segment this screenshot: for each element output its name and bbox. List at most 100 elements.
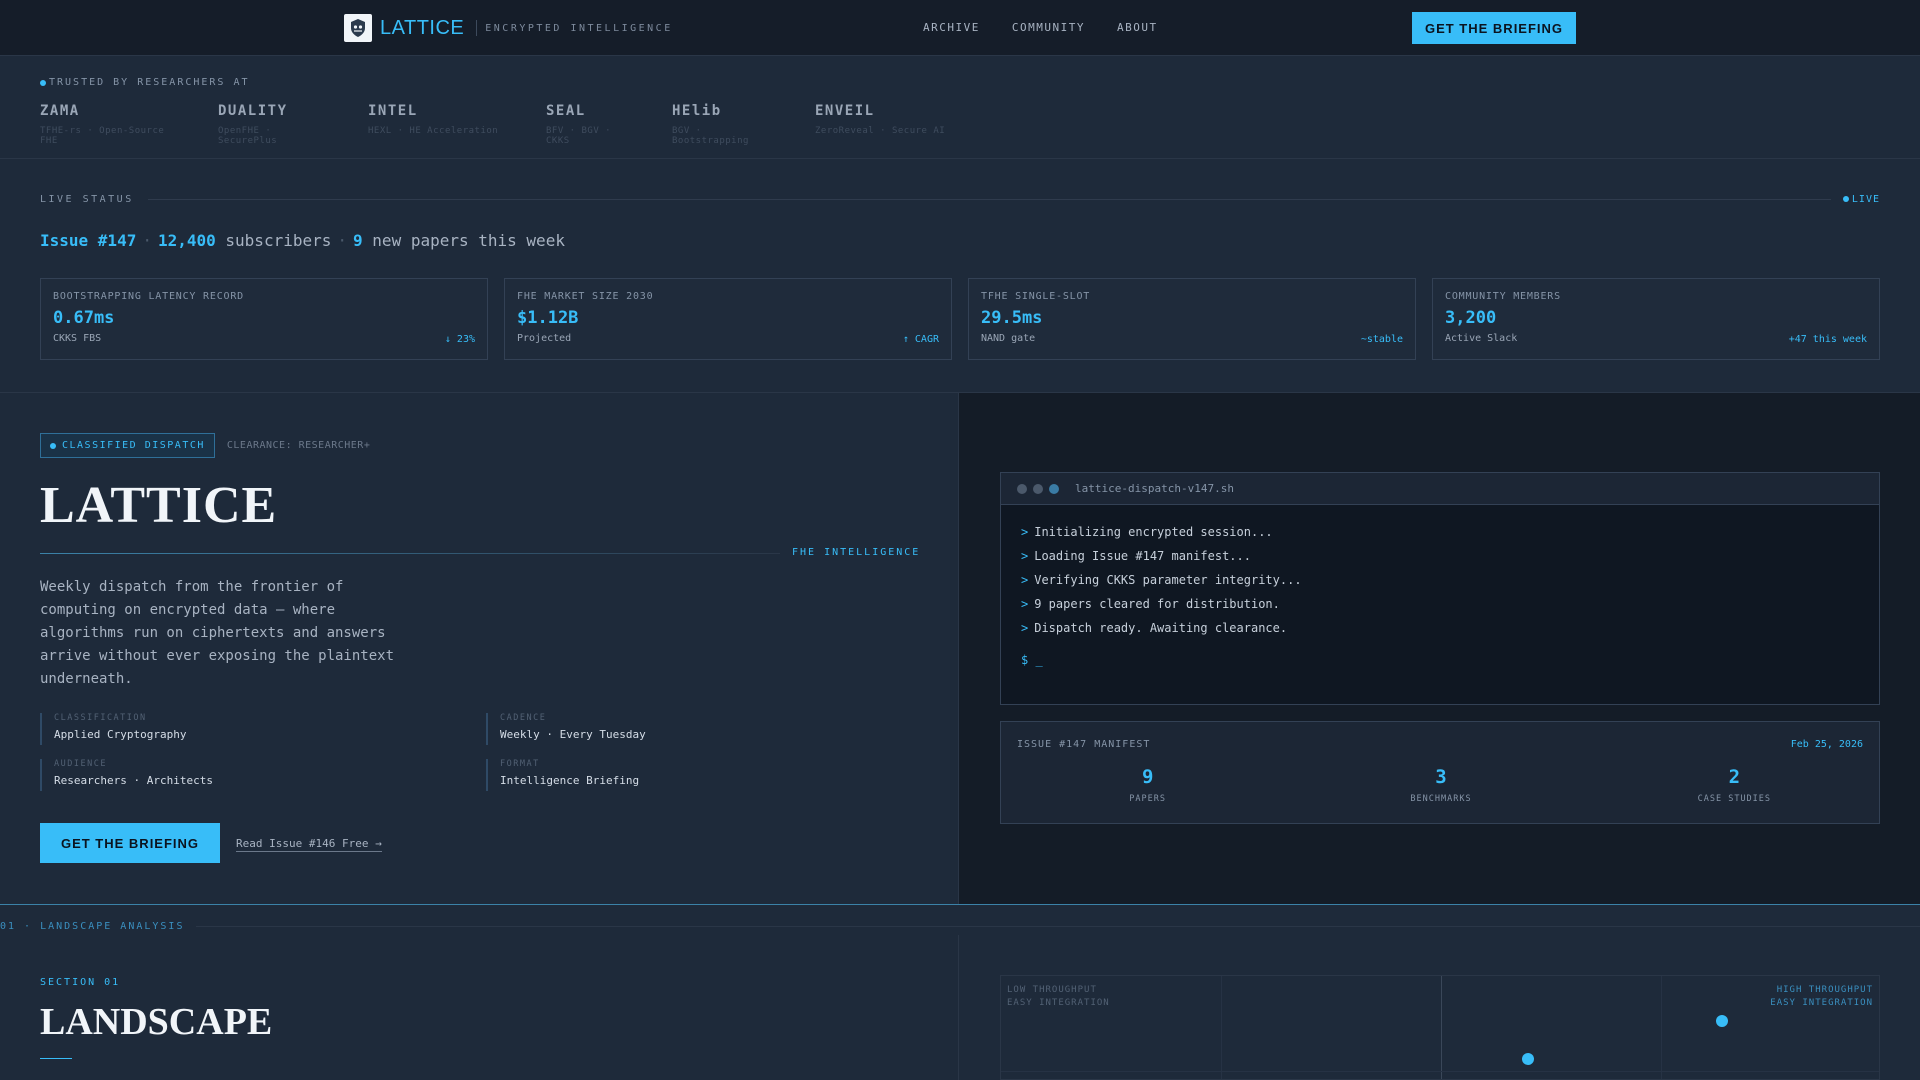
live-dot-icon [1842,196,1849,202]
partner-name: DUALITY [218,103,288,119]
partner-sub: BGV · Bootstrapping [672,126,749,146]
terminal-line: > Verifying CKKS parameter integrity... [1021,573,1859,597]
partner-sub: TFHE-rs · Open-Source FHE [40,126,165,146]
hero-get-briefing-button[interactable]: GET THE BRIEFING [40,823,220,863]
metric-label: FHE MARKET SIZE 2030 [517,291,654,302]
classified-badge: CLASSIFIED DISPATCH [40,433,215,458]
terminal-line: > Dispatch ready. Awaiting clearance. [1021,621,1859,645]
status-headline: Issue #147 · 12,400 subscribers · 9 new pape… [40,231,565,250]
metric-label: BOOTSTRAPPING LATENCY RECORD [53,291,244,302]
terminal-filename: lattice-dispatch-v147.sh [1075,482,1234,495]
papers-count: 9 [353,231,363,250]
quadrant-label-top-right: HIGH THROUGHPUT EASY INTEGRATION [1770,984,1873,1010]
metric-value: 29.5ms [981,308,1043,328]
terminal-line-text: Dispatch ready. Awaiting clearance. [1034,621,1288,635]
terminal-line: > Loading Issue #147 manifest... [1021,549,1859,573]
hero-rule [40,553,780,554]
spec-value: Weekly · Every Tuesday [500,728,646,741]
prompt-char: > [1021,525,1029,539]
terminal-prompt[interactable]: $ _ [1021,653,1859,667]
landscape-quadrant-chart: LOW THROUGHPUT EASY INTEGRATION HIGH THR… [1000,975,1880,1080]
prompt-char: > [1021,621,1029,635]
nav-links: ARCHIVE COMMUNITY ABOUT [923,21,1158,34]
brand-tagline: ENCRYPTED INTELLIGENCE [485,22,673,34]
manifest-stat-number: 2 [1728,766,1741,788]
terminal-line-text: Verifying CKKS parameter integrity... [1034,573,1302,587]
nav-link-archive[interactable]: ARCHIVE [923,21,980,34]
nav-get-briefing-button[interactable]: GET THE BRIEFING [1412,12,1576,44]
manifest-stats: 9 PAPERS 3 BENCHMARKS 2 CASE STUDIES [1001,766,1881,804]
spec-cadence: CADENCE Weekly · Every Tuesday [486,713,932,745]
prompt-char: > [1021,549,1029,563]
terminal-line-text: Initializing encrypted session... [1034,525,1273,539]
terminal-body: > Initializing encrypted session... > Load… [1001,505,1879,687]
separator: · [142,231,152,250]
quadrant-label-line: HIGH THROUGHPUT [1776,985,1873,995]
metric-label: TFHE SINGLE-SLOT [981,291,1091,302]
partner-sub: OpenFHE · SecurePlus [218,126,278,146]
partner-logo-intel: INTEL HEXL · HE Acceleration [368,103,514,146]
terminal-line-text: 9 papers cleared for distribution. [1034,597,1280,611]
divider [147,198,1831,200]
trusted-strip: TRUSTED BY RESEARCHERS AT ZAMA TFHE-rs ·… [0,57,1920,159]
prompt-char: > [1021,597,1029,611]
metric-card-tfhe: TFHE SINGLE-SLOT 29.5ms NAND gate ~stabl… [968,278,1416,360]
quadrant-point[interactable] [1716,1015,1728,1027]
read-issue-link[interactable]: Read Issue #146 Free → [236,837,382,852]
manifest-stat-case-studies: 2 CASE STUDIES [1588,766,1881,804]
trusted-label: TRUSTED BY RESEARCHERS AT [40,77,250,88]
issue-number: Issue #147 [40,231,137,250]
spec-key: CADENCE [500,713,547,723]
metric-value: 0.67ms [53,308,115,328]
live-indicator: LIVE [1842,194,1880,205]
papers-text: new papers this week [372,231,565,250]
terminal-titlebar: lattice-dispatch-v147.sh [1001,473,1879,505]
subscriber-word: subscribers [225,231,332,250]
brand[interactable]: LATTICE ENCRYPTED INTELLIGENCE [344,14,673,42]
partner-name: ZAMA [40,103,80,119]
window-dot-icon [1017,483,1027,494]
quadrant-label-line: EASY INTEGRATION [1007,998,1110,1008]
spec-classification: CLASSIFICATION Applied Cryptography [40,713,486,745]
live-status-label: LIVE STATUS [40,193,134,205]
quadrant-point[interactable] [1522,1053,1534,1065]
divider [958,935,959,1080]
spec-key: CLASSIFICATION [54,713,147,723]
bullet-dot-icon [40,79,46,86]
partner-logo-helib: HElib BGV · Bootstrapping [672,103,783,146]
issue-manifest-card: ISSUE #147 MANIFEST Feb 25, 2026 9 PAPER… [1000,721,1880,824]
section-title: LANDSCAPE [40,1001,273,1043]
hero-badge-row: CLASSIFIED DISPATCH CLEARANCE: RESEARCHE… [40,433,370,458]
metric-delta: ↑ CAGR [902,334,939,345]
terminal-line-text: Loading Issue #147 manifest... [1034,549,1251,563]
metrics-row: BOOTSTRAPPING LATENCY RECORD 0.67ms CKKS… [40,278,1880,360]
quadrant-label-line: EASY INTEGRATION [1770,998,1873,1008]
metric-card-market-size: FHE MARKET SIZE 2030 $1.12B Projected ↑ … [504,278,952,360]
quadrant-label-line: LOW THROUGHPUT [1007,985,1097,995]
nav-link-community[interactable]: COMMUNITY [1012,21,1085,34]
manifest-date: Feb 25, 2026 [1790,739,1863,750]
metric-value: $1.12B [517,308,579,328]
shield-logo-icon [344,14,372,42]
badge-dot-icon [50,442,56,449]
manifest-stat-number: 9 [1141,766,1154,788]
nav-link-about[interactable]: ABOUT [1117,21,1158,34]
partner-sub: BFV · BGV · CKKS [546,126,612,146]
subscriber-count: 12,400 [157,231,216,250]
manifest-stat-label: PAPERS [1129,794,1167,804]
metric-card-community: COMMUNITY MEMBERS 3,200 Active Slack +47… [1432,278,1880,360]
metric-delta: ↓ 23% [444,334,475,345]
spec-value: Researchers · Architects [54,774,213,787]
partner-name: HElib [672,103,722,119]
metric-sub: CKKS FBS [53,333,102,344]
partner-logo-duality: DUALITY OpenFHE · SecurePlus [218,103,336,146]
grid-line [1001,1071,1879,1072]
hero-description: Weekly dispatch from the frontier of com… [40,579,395,687]
metric-sub: NAND gate [981,333,1036,344]
manifest-stat-benchmarks: 3 BENCHMARKS [1294,766,1587,804]
spec-key: AUDIENCE [54,759,107,769]
section-rule [0,904,1920,905]
partner-sub: HEXL · HE Acceleration [368,126,499,136]
live-status-header: LIVE STATUS LIVE [40,192,1880,206]
window-dot-icon [1049,483,1059,494]
